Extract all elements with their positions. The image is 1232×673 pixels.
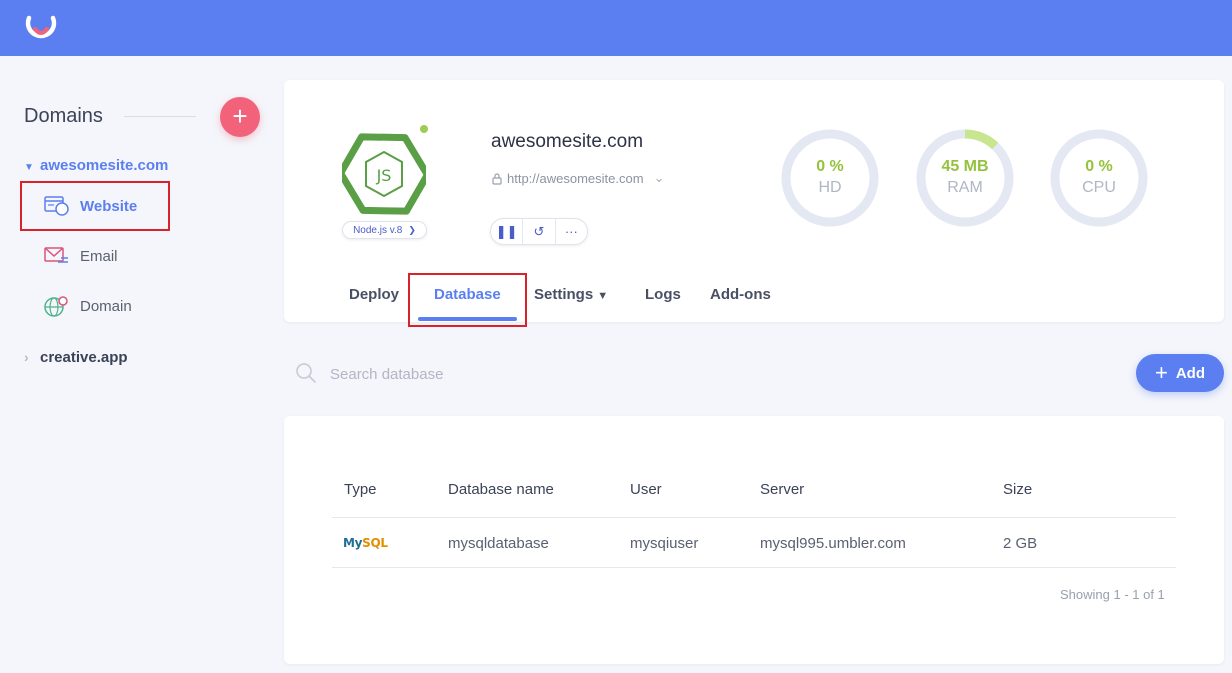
more-options-button[interactable]: ··· bbox=[556, 219, 587, 244]
gauge-hd: 0 % HD bbox=[780, 128, 880, 228]
table-cell-user: mysqiuser bbox=[630, 535, 699, 552]
sidebar-item-label: Domain bbox=[80, 297, 132, 315]
plus-icon: + bbox=[1154, 360, 1168, 385]
add-button-label: Add bbox=[1175, 364, 1206, 382]
plus-icon: + bbox=[232, 101, 248, 131]
email-icon bbox=[44, 247, 68, 263]
restart-icon: ↺ bbox=[533, 223, 545, 239]
gauge-label: CPU bbox=[1082, 179, 1116, 196]
site-url[interactable]: http://awesomesite.com ⌄ bbox=[491, 170, 664, 186]
status-indicator bbox=[420, 125, 428, 133]
sidebar-item-domain[interactable]: Domain bbox=[44, 291, 132, 321]
gauge-ram: 45 MB RAM bbox=[915, 128, 1015, 228]
gauge-cpu: 0 % CPU bbox=[1049, 128, 1149, 228]
restart-button[interactable]: ↺ bbox=[523, 219, 556, 244]
divider bbox=[332, 567, 1176, 568]
gauge-value: 0 % bbox=[816, 158, 844, 175]
nodejs-logo-icon: JS bbox=[342, 133, 426, 215]
site-title: awesomesite.com bbox=[491, 131, 644, 152]
column-header-database-name: Database name bbox=[448, 481, 554, 498]
lock-icon bbox=[492, 172, 502, 185]
mysql-logo-icon: MySQL bbox=[343, 536, 388, 550]
sidebar-title: Domains bbox=[24, 105, 103, 127]
pause-icon: ❚❚ bbox=[495, 223, 518, 239]
sidebar-item-label: Email bbox=[80, 247, 118, 265]
tab-logs[interactable]: Logs bbox=[645, 286, 681, 303]
chevron-down-icon: ⌄ bbox=[653, 170, 665, 185]
globe-icon bbox=[44, 296, 68, 317]
sidebar-item-email[interactable]: Email bbox=[44, 241, 118, 271]
gauge-label: RAM bbox=[947, 179, 983, 196]
gauge-value: 0 % bbox=[1085, 158, 1113, 175]
search-database-input[interactable] bbox=[330, 362, 730, 386]
gauge-value: 45 MB bbox=[941, 158, 989, 175]
top-bar bbox=[0, 0, 1232, 56]
domain-item-awesomesite[interactable]: ▼ awesomesite.com bbox=[24, 157, 168, 174]
pagination-status: Showing 1 - 1 of 1 bbox=[1060, 587, 1165, 602]
gauge-ring bbox=[916, 129, 1014, 227]
tab-addons[interactable]: Add-ons bbox=[710, 286, 771, 303]
app-logo-icon[interactable] bbox=[24, 12, 58, 44]
table-cell-server: mysql995.umbler.com bbox=[760, 535, 906, 552]
column-header-user: User bbox=[630, 481, 662, 498]
runtime-select[interactable]: Node.js v.8 ❯ bbox=[342, 221, 427, 239]
highlight-box bbox=[408, 273, 527, 327]
tab-deploy[interactable]: Deploy bbox=[349, 286, 399, 303]
database-table-card bbox=[284, 416, 1224, 664]
pause-button[interactable]: ❚❚ bbox=[491, 219, 524, 244]
column-header-type: Type bbox=[344, 481, 377, 498]
add-domain-button[interactable]: + bbox=[220, 97, 260, 137]
chevron-down-icon: ❯ bbox=[408, 224, 416, 235]
column-header-size: Size bbox=[1003, 481, 1033, 498]
domain-label: awesomesite.com bbox=[40, 157, 169, 174]
site-url-text: http://awesomesite.com bbox=[507, 170, 644, 186]
highlight-box bbox=[20, 181, 170, 231]
search-icon bbox=[296, 363, 316, 383]
chevron-down-icon: ▼ bbox=[597, 290, 609, 302]
chevron-right-icon: › bbox=[24, 349, 29, 365]
divider bbox=[332, 517, 1176, 518]
table-cell-database-name[interactable]: mysqldatabase bbox=[448, 535, 549, 552]
gauge-ring bbox=[1050, 129, 1148, 227]
domain-label: creative.app bbox=[40, 349, 128, 366]
gauge-label: HD bbox=[818, 179, 842, 196]
svg-text:JS: JS bbox=[376, 166, 392, 185]
tab-label: Settings bbox=[534, 286, 594, 303]
add-database-button[interactable]: + Add bbox=[1136, 354, 1224, 392]
gauge-ring bbox=[781, 129, 879, 227]
chevron-down-icon: ▼ bbox=[24, 162, 34, 173]
table-cell-size: 2 GB bbox=[1003, 535, 1038, 552]
server-controls: ❚❚ ↺ ··· bbox=[490, 218, 588, 245]
runtime-label: Node.js v.8 bbox=[353, 224, 403, 236]
tab-settings[interactable]: Settings ▼ bbox=[534, 286, 608, 303]
divider bbox=[124, 116, 196, 117]
more-icon: ··· bbox=[564, 224, 578, 239]
domain-item-creative[interactable]: › creative.app bbox=[24, 349, 128, 366]
column-header-server: Server bbox=[760, 481, 805, 498]
